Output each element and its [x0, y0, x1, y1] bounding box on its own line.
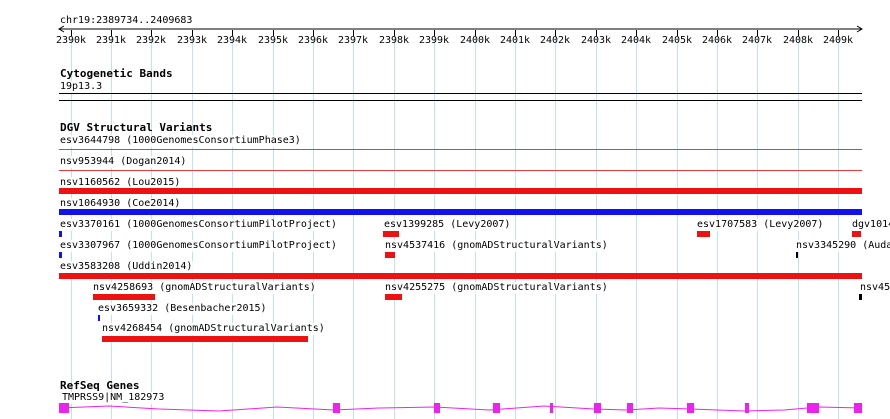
ruler-tick-label: 2403k — [580, 35, 612, 46]
variant-nsv1064930[interactable] — [59, 209, 862, 215]
grid-line — [515, 30, 516, 419]
grid-line — [636, 30, 637, 419]
grid-line — [677, 30, 678, 419]
gene-exon-10 — [807, 403, 819, 413]
variant-nsv4537416[interactable] — [385, 252, 395, 258]
ruler-tick-label: 2404k — [620, 35, 652, 46]
variant-nsv4268454[interactable] — [102, 336, 308, 342]
variant-label-nsv4255275: nsv4255275 (gnomADStructuralVariants) — [384, 282, 609, 294]
variant-esv3583208[interactable] — [59, 273, 862, 279]
variant-esv3659332[interactable] — [98, 315, 100, 321]
variant-label-esv3644798: esv3644798 (1000GenomesConsortiumPhase3) — [59, 135, 302, 147]
gene-exon-7 — [627, 403, 633, 413]
gene-exon-1 — [59, 403, 69, 413]
variant-label-nsv953944: nsv953944 (Dogan2014) — [59, 156, 188, 168]
variant-label-esv3659332: esv3659332 (Besenbacher2015) — [97, 303, 268, 315]
ruler-tick-label: 2401k — [499, 35, 531, 46]
gene-exon-5 — [550, 403, 553, 413]
ruler-tick-label: 2408k — [782, 35, 814, 46]
variant-label-nsv3345290: nsv3345290 (Auda — [795, 240, 890, 252]
cytoband-track-title: Cytogenetic Bands — [60, 67, 173, 80]
ruler-tick-label: 2391k — [95, 35, 127, 46]
variant-label-esv1399285: esv1399285 (Levy2007) — [383, 219, 512, 231]
ruler-tick-label: 2398k — [378, 35, 410, 46]
variant-esv3370161[interactable] — [59, 231, 62, 237]
cytoband-band-top — [59, 93, 862, 94]
grid-line — [353, 30, 354, 419]
variant-label-esv3307967: esv3307967 (1000GenomesConsortiumPilotPr… — [59, 240, 338, 252]
dgv-track-title: DGV Structural Variants — [60, 121, 213, 134]
gene-intron-line — [59, 405, 863, 412]
ruler-tick-label: 2396k — [297, 35, 329, 46]
genome-browser-view[interactable]: chr19:2389734..2409683 2390k 2391k 2392k 23… — [0, 0, 890, 419]
gene-exon-9 — [745, 403, 749, 413]
variant-label-nsv4537416: nsv4537416 (gnomADStructuralVariants) — [384, 240, 609, 252]
variant-label-dgv1014: dgv1014 — [851, 219, 890, 231]
grid-line — [555, 30, 556, 419]
ruler-axis — [58, 25, 863, 33]
gene-exon-3 — [434, 403, 440, 413]
cytoband-label: 19p13.3 — [59, 81, 104, 93]
variant-nsv450[interactable] — [859, 294, 862, 300]
variant-nsv953944[interactable] — [59, 170, 862, 171]
variant-nsv3345290[interactable] — [796, 252, 798, 258]
ruler-tick-label: 2397k — [337, 35, 369, 46]
gene-model-tmprss9[interactable] — [59, 398, 865, 418]
ruler-tick-label: 2399k — [418, 35, 450, 46]
variant-esv1707583[interactable] — [697, 231, 710, 237]
ruler-tick-label: 2405k — [661, 35, 693, 46]
variant-label-esv1707583: esv1707583 (Levy2007) — [696, 219, 825, 231]
gene-exon-8 — [687, 403, 694, 413]
variant-label-esv3583208: esv3583208 (Uddin2014) — [59, 261, 194, 273]
ruler-tick-label: 2409k — [822, 35, 854, 46]
ruler-tick-label: 2390k — [55, 35, 87, 46]
ruler-tick-label: 2407k — [741, 35, 773, 46]
variant-label-nsv4258693: nsv4258693 (gnomADStructuralVariants) — [92, 282, 317, 294]
ruler-tick-label: 2406k — [701, 35, 733, 46]
grid-line — [596, 30, 597, 419]
ruler-tick-label: 2402k — [539, 35, 571, 46]
gene-exon-2 — [333, 403, 340, 413]
variant-label-esv3370161: esv3370161 (1000GenomesConsortiumPilotPr… — [59, 219, 338, 231]
variant-esv1399285[interactable] — [383, 231, 399, 237]
ruler-tick-label: 2395k — [257, 35, 289, 46]
variant-esv3644798[interactable] — [59, 149, 862, 150]
gene-exon-4 — [493, 403, 500, 413]
gene-exon-6 — [594, 403, 601, 413]
variant-nsv4258693[interactable] — [93, 294, 155, 300]
ruler-tick-label: 2394k — [216, 35, 248, 46]
cytoband-band-bottom — [59, 100, 862, 101]
variant-label-nsv450: nsv450 — [859, 282, 890, 294]
ruler-tick-label: 2400k — [459, 35, 491, 46]
refseq-track-title: RefSeq Genes — [60, 379, 140, 392]
variant-esv3307967[interactable] — [59, 252, 62, 258]
grid-line — [838, 30, 839, 419]
variant-nsv1160562[interactable] — [59, 188, 862, 194]
variant-label-nsv4268454: nsv4268454 (gnomADStructuralVariants) — [101, 323, 326, 335]
ruler-tick-label: 2393k — [176, 35, 208, 46]
gene-exon-11 — [854, 403, 862, 413]
variant-nsv4255275[interactable] — [385, 294, 402, 300]
ruler-tick-label: 2392k — [135, 35, 167, 46]
variant-dgv1014[interactable] — [852, 231, 861, 237]
